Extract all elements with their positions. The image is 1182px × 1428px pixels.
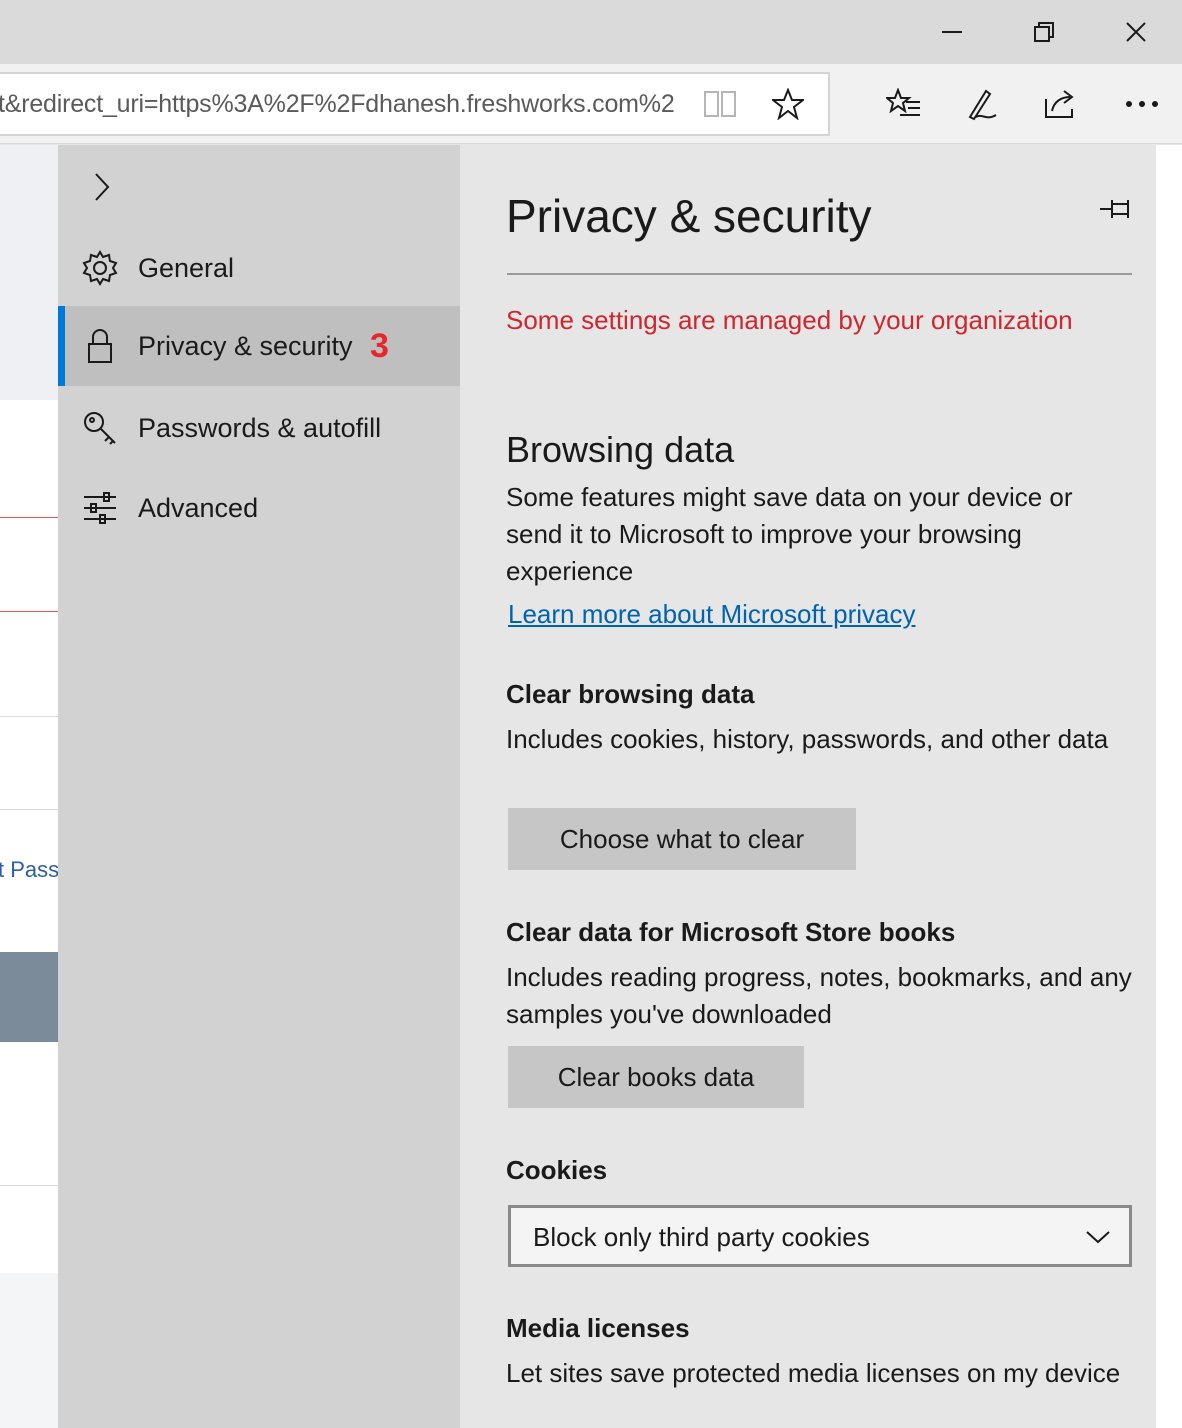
background-page-button[interactable] bbox=[0, 952, 58, 1042]
title-divider bbox=[507, 273, 1132, 275]
share-icon[interactable] bbox=[1038, 82, 1082, 126]
background-divider bbox=[0, 809, 58, 810]
choose-what-to-clear-button[interactable]: Choose what to clear bbox=[508, 808, 856, 870]
cookies-selected-value: Block only third party cookies bbox=[533, 1222, 870, 1252]
media-licenses-description: Let sites save protected media licenses … bbox=[506, 1358, 1121, 1388]
gear-icon bbox=[80, 248, 120, 288]
browser-toolbar: t&redirect_uri=https%3A%2F%2Fdhanesh.fre… bbox=[0, 64, 1182, 144]
favorite-star-icon[interactable] bbox=[766, 82, 810, 126]
clear-books-heading: Clear data for Microsoft Store books bbox=[506, 917, 956, 947]
pin-icon[interactable] bbox=[1096, 189, 1136, 229]
clear-browsing-heading: Clear browsing data bbox=[506, 679, 755, 709]
page-title: Privacy & security bbox=[506, 190, 872, 242]
address-url[interactable]: t&redirect_uri=https%3A%2F%2Fdhanesh.fre… bbox=[0, 90, 688, 119]
background-page-link[interactable]: t Pass bbox=[0, 857, 58, 883]
nav-label: General bbox=[138, 252, 235, 283]
nav-item-advanced[interactable]: Advanced bbox=[58, 468, 460, 548]
collapse-chevron-icon[interactable] bbox=[84, 167, 120, 207]
clear-books-data-button[interactable]: Clear books data bbox=[508, 1046, 804, 1108]
browsing-data-heading: Browsing data bbox=[506, 429, 735, 470]
background-divider bbox=[0, 716, 58, 717]
clear-books-description: Includes reading progress, notes, bookma… bbox=[506, 962, 1132, 1029]
nav-label: Passwords & autofill bbox=[138, 412, 382, 443]
background-web-page: t Pass bbox=[0, 145, 58, 1428]
web-note-icon[interactable] bbox=[960, 82, 1004, 126]
cookies-dropdown[interactable]: Block only third party cookies bbox=[508, 1205, 1132, 1267]
minimize-icon[interactable] bbox=[930, 10, 974, 54]
media-licenses-heading: Media licenses bbox=[506, 1313, 690, 1343]
restore-icon[interactable] bbox=[1022, 10, 1066, 54]
more-icon[interactable] bbox=[1120, 82, 1164, 126]
browsing-data-description: Some features might save data on your de… bbox=[506, 482, 1073, 586]
nav-item-privacy-security[interactable]: Privacy & security 3 bbox=[58, 306, 460, 386]
chevron-down-icon bbox=[1083, 1222, 1113, 1252]
background-divider bbox=[0, 517, 58, 518]
key-icon bbox=[80, 408, 120, 448]
title-bar bbox=[0, 0, 1182, 64]
clear-browsing-description: Includes cookies, history, passwords, an… bbox=[506, 724, 1109, 754]
nav-item-general[interactable]: General bbox=[58, 228, 460, 308]
lock-icon bbox=[80, 326, 120, 366]
step-number-badge: 3 bbox=[370, 326, 389, 365]
cookies-heading: Cookies bbox=[506, 1155, 608, 1185]
settings-pane: Privacy & security Some settings are man… bbox=[460, 145, 1156, 1428]
close-icon[interactable] bbox=[1114, 10, 1158, 54]
background-page-footer bbox=[0, 1273, 58, 1428]
background-divider bbox=[0, 1185, 58, 1186]
sliders-icon bbox=[80, 488, 120, 528]
favorites-hub-icon[interactable] bbox=[882, 82, 926, 126]
window-edge bbox=[1156, 145, 1182, 1428]
privacy-learn-more-link[interactable]: Learn more about Microsoft privacy bbox=[508, 599, 916, 630]
address-bar[interactable]: t&redirect_uri=https%3A%2F%2Fdhanesh.fre… bbox=[0, 72, 830, 136]
managed-notice: Some settings are managed by your organi… bbox=[506, 305, 1073, 335]
settings-nav: General Privacy & security 3 Passwords &… bbox=[58, 145, 460, 1428]
nav-item-passwords-autofill[interactable]: Passwords & autofill bbox=[58, 388, 460, 468]
nav-label: Advanced bbox=[138, 492, 259, 523]
nav-label: Privacy & security bbox=[138, 330, 353, 361]
background-page-header bbox=[0, 145, 58, 400]
reading-view-icon[interactable] bbox=[698, 82, 742, 126]
background-divider bbox=[0, 611, 58, 612]
